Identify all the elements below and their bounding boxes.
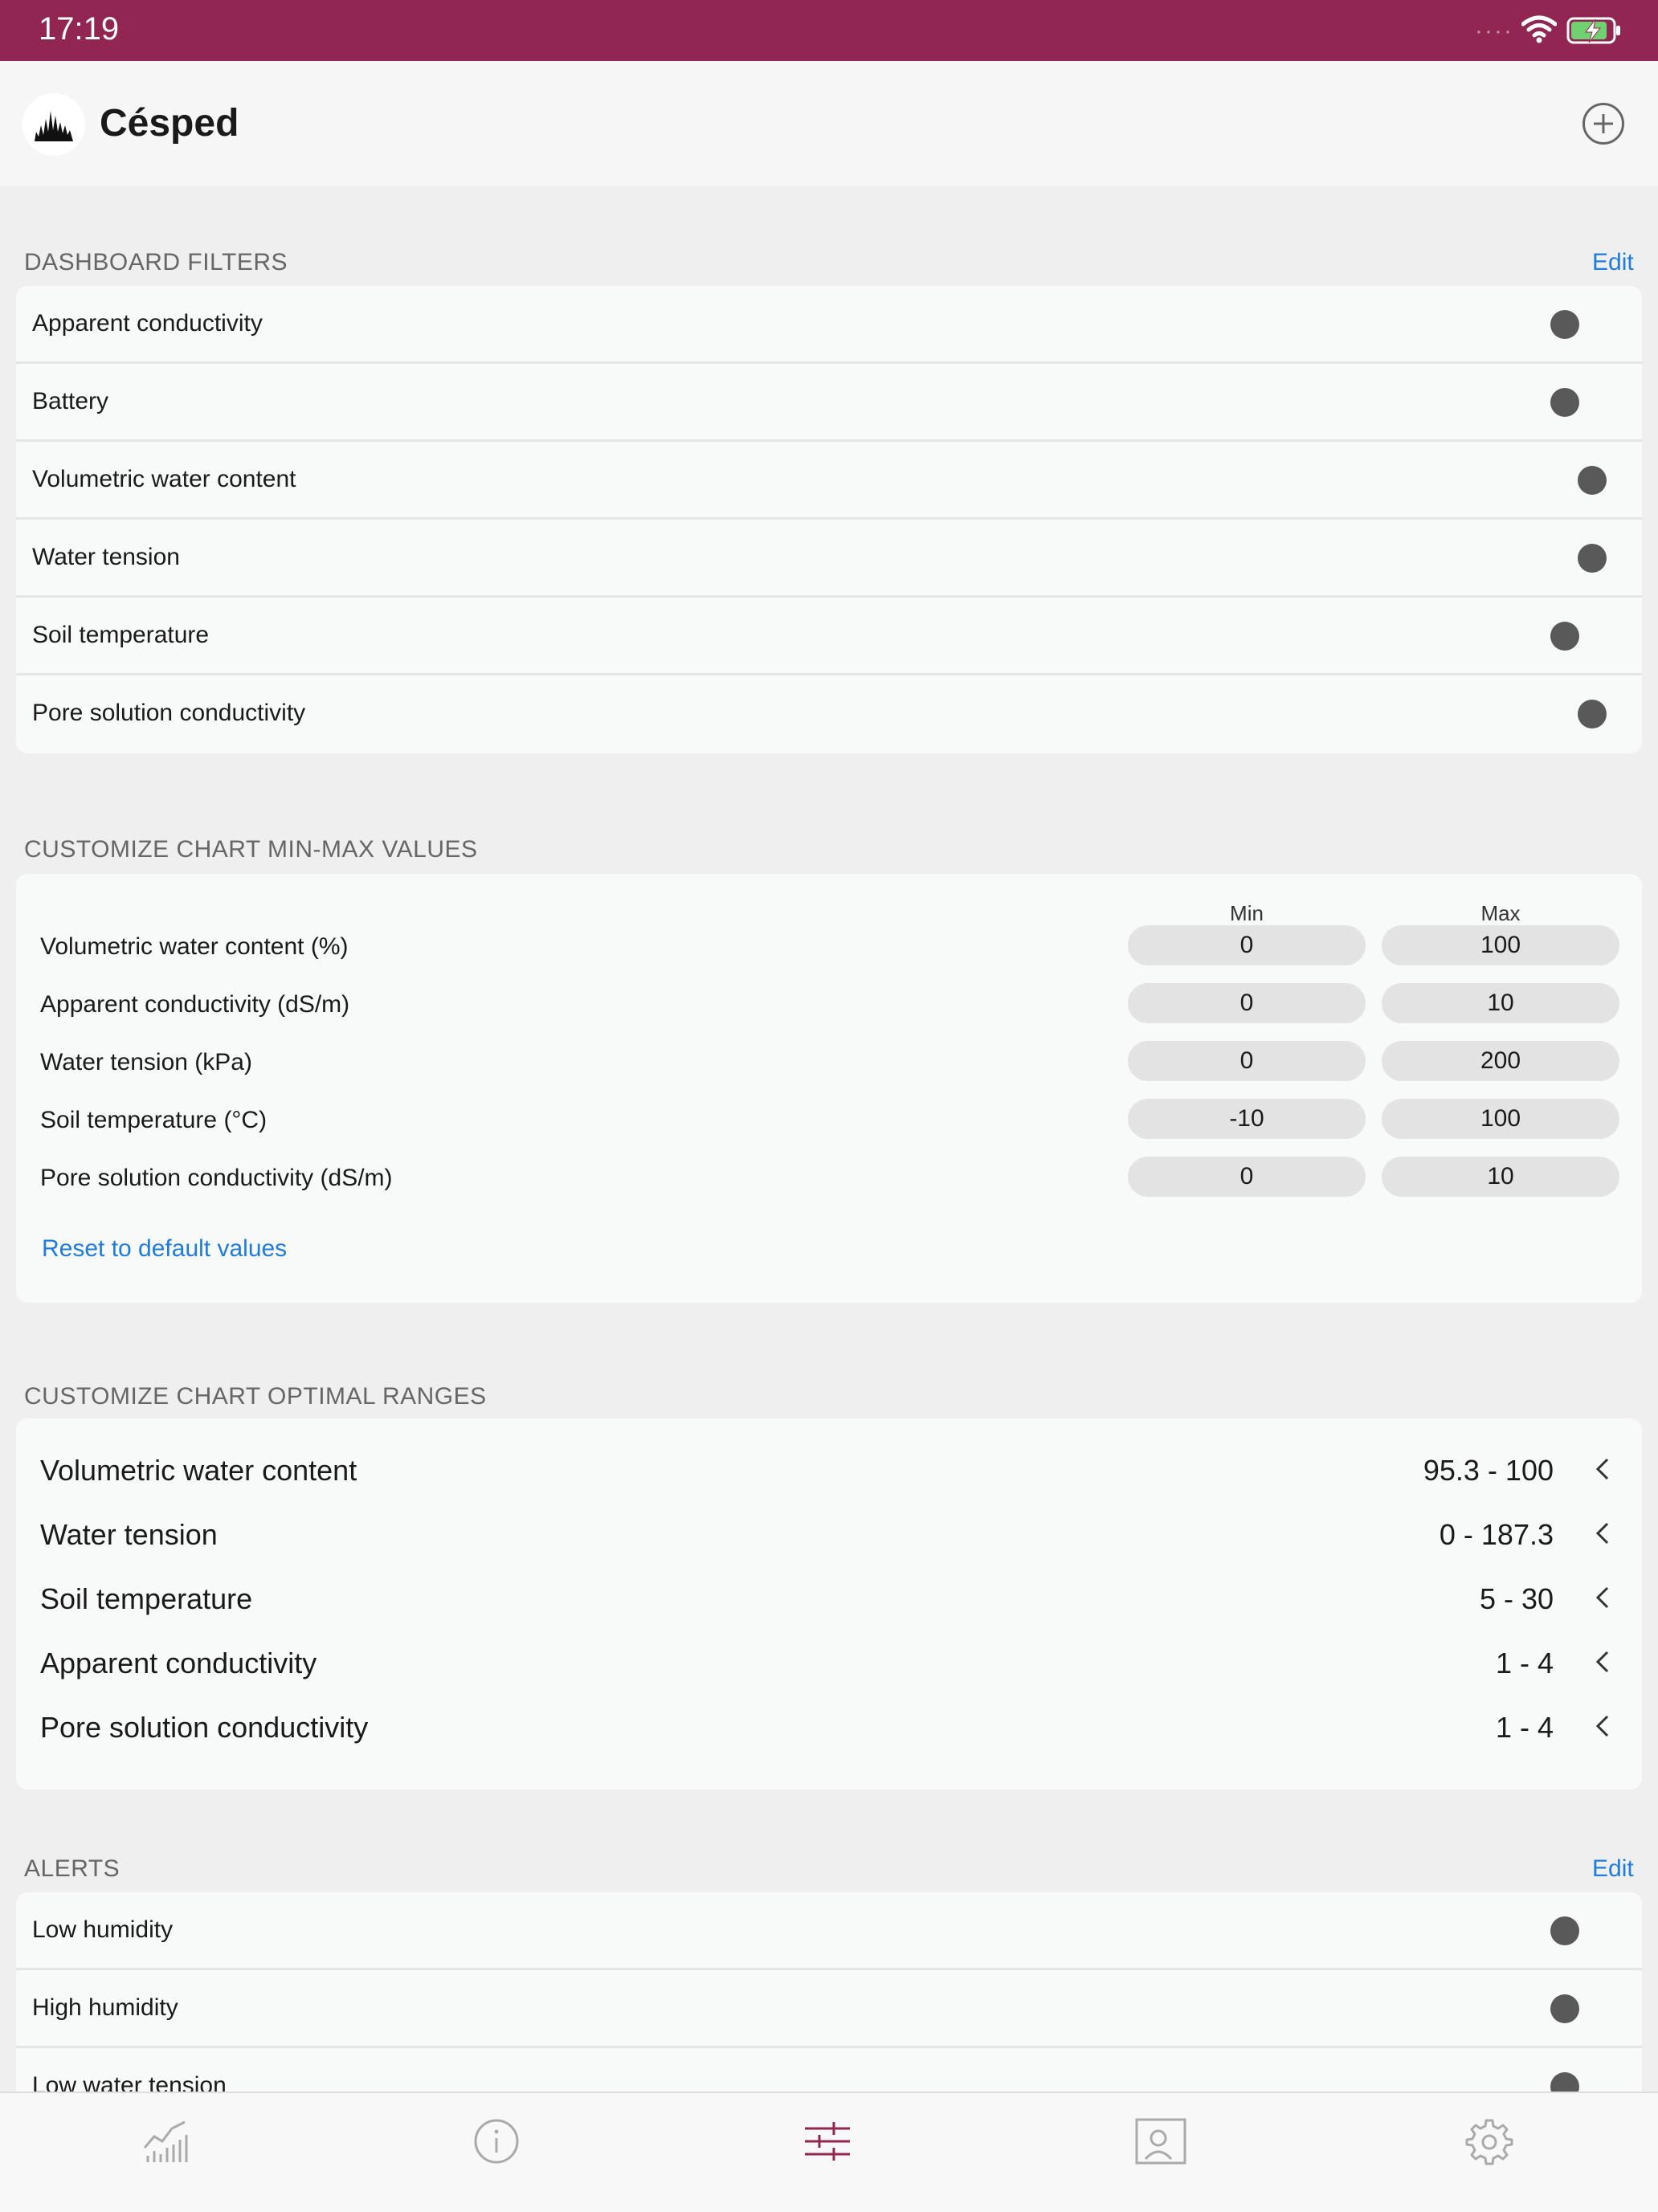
alert-row: High humidity	[16, 1970, 1642, 2048]
chevron-left-icon	[1595, 1458, 1609, 1480]
max-input[interactable]: 100	[1382, 1099, 1619, 1139]
filter-label: Apparent conductivity	[32, 310, 263, 337]
tab-contact[interactable]	[993, 2093, 1324, 2212]
alert-label: Low humidity	[32, 1916, 174, 1943]
contact-icon	[1135, 2118, 1186, 2165]
filter-row: Soil temperature	[16, 598, 1642, 675]
filter-toggle[interactable]	[1578, 700, 1607, 728]
page-title: Césped	[100, 102, 239, 145]
add-button[interactable]	[1582, 103, 1624, 145]
dashboard-filters-card: Apparent conductivity Battery Volumetric…	[16, 286, 1642, 753]
optimal-range-value: 0 - 187.3	[1439, 1518, 1554, 1551]
optimal-range-value: 1 - 4	[1495, 1647, 1554, 1679]
max-column-header: Max	[1480, 901, 1521, 925]
alerts-heading: ALERTS	[24, 1855, 120, 1882]
wifi-icon	[1521, 15, 1557, 43]
filter-row: Apparent conductivity	[16, 286, 1642, 364]
filter-label: Battery	[32, 388, 109, 414]
filter-row: Pore solution conductivity	[16, 675, 1642, 753]
chevron-left-icon	[1595, 1586, 1609, 1609]
alert-toggle[interactable]	[1550, 1916, 1579, 1945]
min-column-header: Min	[1230, 901, 1264, 925]
min-max-heading: CUSTOMIZE CHART MIN-MAX VALUES	[24, 836, 478, 863]
filter-label: Water tension	[32, 544, 180, 570]
alert-row: Low humidity	[16, 1892, 1642, 1970]
info-icon	[474, 2119, 519, 2164]
alert-toggle[interactable]	[1550, 1994, 1579, 2023]
chevron-left-icon	[1595, 1651, 1609, 1673]
filter-toggle[interactable]	[1550, 310, 1579, 339]
max-input[interactable]: 10	[1382, 1157, 1619, 1197]
optimal-ranges-card: Volumetric water content 95.3 - 100 Wate…	[16, 1418, 1642, 1790]
optimal-range-label: Pore solution conductivity	[40, 1711, 369, 1744]
optimal-ranges-heading: CUSTOMIZE CHART OPTIMAL RANGES	[24, 1383, 487, 1410]
status-time: 17:19	[39, 11, 120, 47]
optimal-range-label: Apparent conductivity	[40, 1647, 317, 1679]
turf-logo-icon	[22, 93, 85, 156]
max-input[interactable]: 10	[1382, 983, 1619, 1023]
signal-dots: ····	[1475, 18, 1513, 44]
min-input[interactable]: 0	[1128, 1157, 1366, 1197]
filter-label: Volumetric water content	[32, 466, 296, 492]
chevron-left-icon	[1595, 1522, 1609, 1545]
dashboard-filters-heading: DASHBOARD FILTERS	[24, 249, 288, 275]
gear-icon	[1465, 2119, 1513, 2165]
dashboard-filters-edit-link[interactable]: Edit	[1592, 249, 1634, 276]
min-max-label: Water tension (kPa)	[40, 1049, 252, 1075]
optimal-range-value: 1 - 4	[1495, 1711, 1554, 1744]
min-max-label: Volumetric water content (%)	[40, 933, 349, 960]
min-max-label: Soil temperature (°C)	[40, 1107, 267, 1133]
filter-toggle[interactable]	[1578, 544, 1607, 573]
optimal-range-value: 95.3 - 100	[1423, 1454, 1554, 1487]
max-input[interactable]: 200	[1382, 1041, 1619, 1081]
alert-label: High humidity	[32, 1994, 178, 2021]
filter-row: Battery	[16, 364, 1642, 442]
chart-icon	[143, 2120, 188, 2162]
tab-bar	[0, 2092, 1658, 2212]
min-max-card: Min Max Volumetric water content (%) 0 1…	[16, 874, 1642, 1303]
chevron-left-icon	[1595, 1715, 1609, 1737]
min-input[interactable]: 0	[1128, 1041, 1366, 1081]
reset-defaults-link[interactable]: Reset to default values	[42, 1235, 287, 1263]
min-max-label: Apparent conductivity (dS/m)	[40, 991, 350, 1018]
optimal-range-label: Volumetric water content	[40, 1454, 357, 1487]
optimal-range-label: Water tension	[40, 1518, 218, 1551]
min-input[interactable]: 0	[1128, 925, 1366, 965]
filter-label: Pore solution conductivity	[32, 700, 306, 726]
status-bar: 17:19 ····	[0, 0, 1658, 61]
min-input[interactable]: -10	[1128, 1099, 1366, 1139]
filter-row: Water tension	[16, 520, 1642, 598]
alerts-edit-link[interactable]: Edit	[1592, 1855, 1634, 1883]
filter-toggle[interactable]	[1578, 466, 1607, 495]
tab-settings-sliders[interactable]	[662, 2093, 993, 2212]
filter-label: Soil temperature	[32, 622, 210, 648]
optimal-range-label: Soil temperature	[40, 1582, 253, 1615]
tab-charts[interactable]	[0, 2093, 331, 2212]
add-circle-icon	[1594, 114, 1613, 133]
optimal-range-value: 5 - 30	[1479, 1582, 1554, 1615]
battery-charging-icon	[1566, 17, 1620, 44]
tab-settings[interactable]	[1324, 2093, 1655, 2212]
filter-toggle[interactable]	[1550, 622, 1579, 651]
max-input[interactable]: 100	[1382, 925, 1619, 965]
app-header: Césped	[0, 61, 1658, 186]
min-input[interactable]: 0	[1128, 983, 1366, 1023]
filter-row: Volumetric water content	[16, 442, 1642, 520]
min-max-label: Pore solution conductivity (dS/m)	[40, 1165, 393, 1191]
sliders-icon	[805, 2122, 850, 2161]
filter-toggle[interactable]	[1550, 388, 1579, 417]
tab-info[interactable]	[331, 2093, 662, 2212]
